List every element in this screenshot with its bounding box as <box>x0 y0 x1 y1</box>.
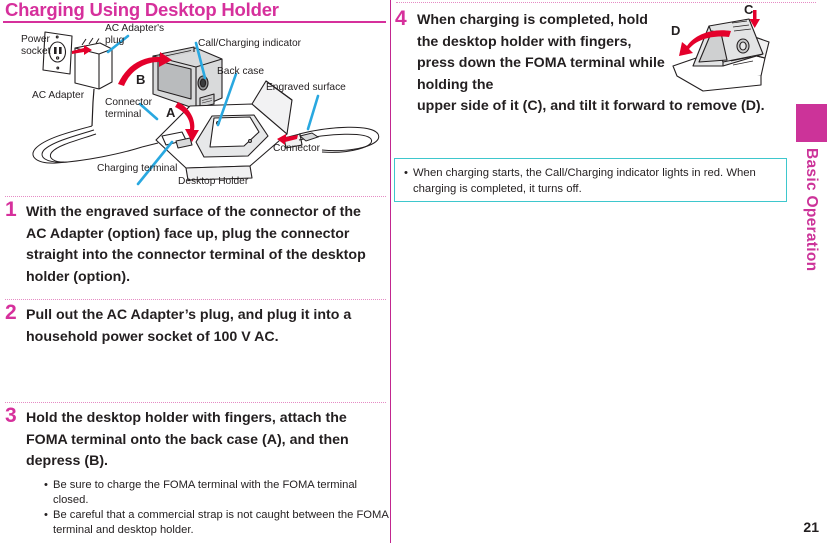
chapter-tab-label: Basic Operation <box>803 148 820 272</box>
figure-label-ac-adapter: AC Adapter <box>32 90 85 101</box>
right-column: 4 When charging is completed, hold the d… <box>391 0 827 543</box>
figure-label-desktop-holder: Desktop Holder <box>178 176 249 187</box>
step-4-number: 4 <box>395 7 407 30</box>
figure-label-engraved-surface: Engraved surface <box>266 82 346 93</box>
title-underline <box>3 21 386 23</box>
step-divider-2 <box>5 299 386 300</box>
remove-terminal-illustration: C D <box>665 2 780 96</box>
step-3-note-2: Be careful that a commercial strap is no… <box>44 508 389 538</box>
note-box-item-1: When charging starts, the Call/Charging … <box>404 165 780 197</box>
step-3-note-1: Be sure to charge the FOMA terminal with… <box>44 478 389 508</box>
figure-label-back-case: Back case <box>217 66 264 77</box>
step-3-notes: Be sure to charge the FOMA terminal with… <box>44 478 389 538</box>
figure-callout-c: C <box>744 2 754 17</box>
step-2-number: 2 <box>5 301 17 324</box>
figure-label-connector: Connector <box>273 143 321 154</box>
step-4-text-part2: upper side of it (C), and tilt it forwar… <box>417 98 765 115</box>
note-box: When charging starts, the Call/Charging … <box>394 158 787 202</box>
figure-callout-d: D <box>671 23 681 38</box>
figure-callout-a: A <box>166 105 176 120</box>
manual-page: Charging Using Desktop Holder Power sock… <box>0 0 827 543</box>
figure-label-power-socket: Power socket <box>21 34 51 58</box>
step-2-text: Pull out the AC Adapter’s plug, and plug… <box>26 307 352 345</box>
step-4-text-part1: When charging is completed, hold the des… <box>417 12 665 93</box>
charging-setup-illustration: Power socket AC Adapter's plug AC Adapter … <box>0 23 389 193</box>
step-divider-1 <box>5 196 386 197</box>
note-box-list: When charging starts, the Call/Charging … <box>404 165 780 197</box>
page-number: 21 <box>803 519 819 535</box>
step-divider-3 <box>5 402 386 403</box>
figure-callout-b: B <box>136 72 146 87</box>
step-1-text: With the engraved surface of the connect… <box>26 204 366 285</box>
step-3-text: Hold the desktop holder with fingers, at… <box>26 410 349 470</box>
step-1-number: 1 <box>5 198 17 221</box>
step-3-number: 3 <box>5 404 17 427</box>
left-column: Charging Using Desktop Holder Power sock… <box>0 0 389 543</box>
figure-label-call-charging-indicator: Call/Charging indicator <box>198 38 302 49</box>
figure-label-connector-terminal: Connector terminal <box>105 97 153 121</box>
figure-label-charging-terminal: Charging terminal <box>97 163 178 174</box>
figure-label-ac-adapters-plug: AC Adapter's plug <box>105 23 165 47</box>
chapter-tab-marker <box>796 104 827 142</box>
page-title: Charging Using Desktop Holder <box>5 0 279 20</box>
